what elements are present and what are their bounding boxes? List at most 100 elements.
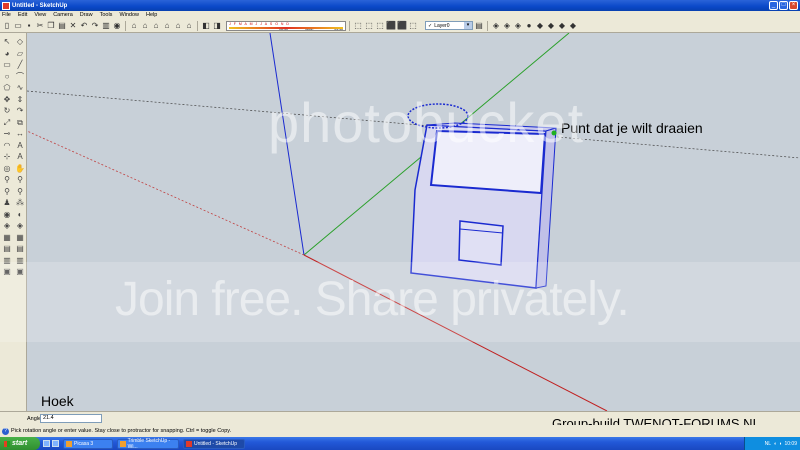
subtract-icon[interactable]: ▤	[14, 243, 26, 255]
minimize-button[interactable]: _	[769, 1, 778, 10]
tray-icons[interactable]: ◐ ◑	[774, 441, 781, 447]
toggle-terrain-icon[interactable]: ◈	[502, 21, 512, 31]
layer-dropdown[interactable]: ✓ Layer0 ▾	[425, 21, 473, 30]
share-model-icon[interactable]: ◆	[546, 21, 556, 31]
text-icon[interactable]: A	[14, 140, 26, 152]
quick-launch-icon[interactable]	[52, 440, 59, 447]
clock: 10:09	[784, 440, 797, 447]
zoom-window-icon[interactable]: ⚲	[14, 174, 26, 186]
eraser-icon[interactable]: ▱	[14, 48, 26, 60]
zoom-icon[interactable]: ⚲	[1, 174, 13, 186]
start-button[interactable]: start	[0, 437, 40, 450]
front-view-icon[interactable]: ⌂	[151, 21, 161, 31]
model-info-icon[interactable]: ◉	[112, 21, 122, 31]
layer-manager-icon[interactable]: ▤	[474, 21, 484, 31]
angle-annotation: Hoek	[41, 393, 74, 409]
menu-draw[interactable]: Draw	[80, 12, 93, 18]
photo-textures-icon[interactable]: ◈	[513, 21, 523, 31]
menu-view[interactable]: View	[34, 12, 46, 18]
help-icon[interactable]: ?	[2, 427, 9, 435]
pan-icon[interactable]: ✋	[14, 163, 26, 175]
shadow-settings-icon[interactable]: ◧	[201, 21, 211, 31]
rectangle-icon[interactable]: ▭	[1, 59, 13, 71]
move-icon[interactable]: ✥	[1, 94, 13, 106]
union-icon[interactable]: ▤	[1, 243, 13, 255]
preview-in-earth-icon[interactable]: ●	[524, 21, 534, 31]
sandbox-icon[interactable]: ◈	[1, 220, 13, 232]
arc-icon[interactable]: ⌒	[14, 71, 26, 83]
task-trimble-sketchup[interactable]: Trimble SketchUp - Wi...	[117, 438, 179, 450]
dimension-icon[interactable]: ↔	[14, 128, 26, 140]
quick-launch-icon[interactable]	[43, 440, 50, 447]
menu-help[interactable]: Help	[146, 12, 157, 18]
shaded-icon[interactable]: ⬛	[386, 21, 396, 31]
add-location-icon[interactable]: ◈	[491, 21, 501, 31]
back-view-icon[interactable]: ⌂	[173, 21, 183, 31]
position-camera-icon[interactable]: ♟	[1, 197, 13, 209]
paste-icon[interactable]: ▤	[57, 21, 67, 31]
walk-icon[interactable]: ⁂	[14, 197, 26, 209]
circle-icon[interactable]: ○	[1, 71, 13, 83]
shadow-date-slider[interactable]: J F M A M J J A S O N D 06:43 Noon 04:46	[226, 20, 346, 31]
top-view-icon[interactable]: ⌂	[140, 21, 150, 31]
follow-me-icon[interactable]: ↷	[14, 105, 26, 117]
task-sketchup-untitled[interactable]: Untitled - SketchUp	[183, 438, 245, 449]
picasa-icon	[66, 440, 72, 447]
make-component-icon[interactable]: ◇	[14, 36, 26, 48]
paint-bucket-icon[interactable]: ◕	[1, 48, 13, 60]
redo-icon[interactable]: ↷	[90, 21, 100, 31]
scale-icon[interactable]: ⤢	[1, 117, 13, 129]
previous-view-icon[interactable]: ⚲	[1, 186, 13, 198]
iso-view-icon[interactable]: ⌂	[129, 21, 139, 31]
maximize-button[interactable]: □	[779, 1, 788, 10]
extension-warehouse-icon[interactable]: ◆	[568, 21, 578, 31]
measurement-input[interactable]: 21.4	[40, 414, 102, 423]
wireframe-icon[interactable]: ⬚	[364, 21, 374, 31]
freehand-icon[interactable]: ∿	[14, 82, 26, 94]
line-icon[interactable]: ╱	[14, 59, 26, 71]
orbit-icon[interactable]: ◎	[1, 163, 13, 175]
solid-tools-icon[interactable]: ◈	[14, 220, 26, 232]
task-picasa[interactable]: Picasa 3	[63, 438, 113, 449]
shaded-textures-icon[interactable]: ⬛	[397, 21, 407, 31]
protractor-icon[interactable]: ◠	[1, 140, 13, 152]
language-indicator[interactable]: NL	[765, 441, 771, 447]
3d-text-icon[interactable]: A	[14, 151, 26, 163]
share-component-icon[interactable]: ◆	[557, 21, 567, 31]
look-around-icon[interactable]: ◉	[1, 209, 13, 221]
undo-icon[interactable]: ↶	[79, 21, 89, 31]
get-models-icon[interactable]: ◆	[535, 21, 545, 31]
menu-camera[interactable]: Camera	[53, 12, 73, 18]
close-button[interactable]: ×	[789, 1, 798, 10]
xray-icon[interactable]: ⬚	[353, 21, 363, 31]
zoom-extents-icon[interactable]: ⚲	[14, 186, 26, 198]
menu-window[interactable]: Window	[119, 12, 139, 18]
push-pull-icon[interactable]: ⇕	[14, 94, 26, 106]
offset-icon[interactable]: ⧉	[14, 117, 26, 129]
new-file-icon[interactable]: ▯	[2, 21, 12, 31]
outer-shell-icon[interactable]: ▦	[1, 232, 13, 244]
chevron-down-icon[interactable]: ▾	[464, 22, 472, 29]
select-icon[interactable]: ↖	[1, 36, 13, 48]
erase-icon[interactable]: ✕	[68, 21, 78, 31]
shadows-toggle-icon[interactable]: ◨	[212, 21, 222, 31]
polygon-icon[interactable]: ⬠	[1, 82, 13, 94]
hidden-line-icon[interactable]: ⬚	[375, 21, 385, 31]
save-icon[interactable]: ▪	[24, 21, 34, 31]
tape-measure-icon[interactable]: ⊸	[1, 128, 13, 140]
cut-icon[interactable]: ✂	[35, 21, 45, 31]
intersect-icon[interactable]: ▦	[14, 232, 26, 244]
left-view-icon[interactable]: ⌂	[184, 21, 194, 31]
menu-tools[interactable]: Tools	[100, 12, 113, 18]
menu-edit[interactable]: Edit	[18, 12, 27, 18]
rotate-icon[interactable]: ↻	[1, 105, 13, 117]
copy-icon[interactable]: ❐	[46, 21, 56, 31]
open-file-icon[interactable]: ▭	[13, 21, 23, 31]
print-icon[interactable]: ▥	[101, 21, 111, 31]
section-plane-icon[interactable]: ◐	[14, 209, 26, 221]
right-view-icon[interactable]: ⌂	[162, 21, 172, 31]
main-toolbar: ▯ ▭ ▪ ✂ ❐ ▤ ✕ ↶ ↷ ▥ ◉ ⌂ ⌂ ⌂ ⌂ ⌂ ⌂ ◧ ◨ J …	[0, 19, 800, 33]
axes-icon[interactable]: ⊹	[1, 151, 13, 163]
menu-file[interactable]: File	[2, 12, 11, 18]
monochrome-icon[interactable]: ⬚	[408, 21, 418, 31]
